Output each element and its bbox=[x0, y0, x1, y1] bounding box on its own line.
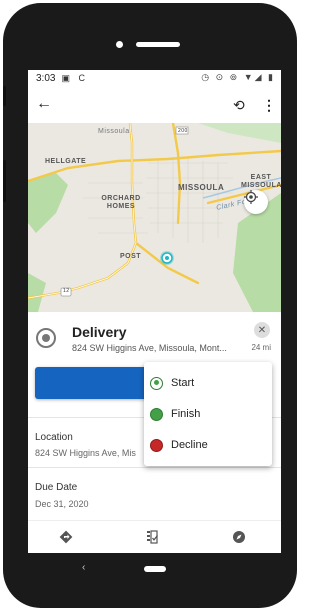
menu-item-label: Start bbox=[171, 377, 195, 389]
earpiece-speaker bbox=[136, 42, 180, 47]
finish-dot-icon bbox=[150, 407, 163, 421]
front-camera bbox=[116, 41, 123, 48]
side-button bbox=[3, 86, 6, 106]
map-view[interactable]: Missoula HELLGATE MISSOULA EAST MISSOULA… bbox=[28, 123, 281, 312]
side-button bbox=[3, 160, 6, 202]
bottom-nav bbox=[28, 520, 281, 553]
menu-item-start[interactable]: Start bbox=[150, 373, 194, 393]
map-label: EAST MISSOULA bbox=[241, 174, 281, 189]
route-shield-label: 200 bbox=[178, 128, 188, 134]
system-back-icon[interactable]: ‹ bbox=[82, 562, 85, 573]
my-location-button[interactable] bbox=[244, 190, 268, 214]
due-date-label: Due Date bbox=[35, 482, 78, 493]
menu-item-decline[interactable]: Decline bbox=[150, 435, 208, 455]
task-title: Delivery bbox=[72, 324, 127, 340]
directions-icon[interactable] bbox=[59, 530, 73, 547]
task-status-icon bbox=[36, 328, 56, 348]
screen: 3:03 ▣ C ◷ ⊙ ⊚ ▼◢ ▮ ← ⟲ ⋮ Missoula HELLG… bbox=[28, 70, 281, 553]
map-label: HELLGATE bbox=[45, 158, 87, 165]
map-label: POST bbox=[120, 253, 142, 260]
my-location-icon bbox=[244, 190, 258, 204]
app-bar: ← ⟲ ⋮ bbox=[28, 87, 281, 123]
more-vert-icon[interactable]: ⋮ bbox=[262, 96, 276, 114]
menu-item-label: Decline bbox=[171, 439, 208, 451]
map-label: MISSOULA bbox=[178, 183, 225, 192]
status-left-icons: ▣ C bbox=[61, 73, 88, 83]
menu-item-finish[interactable]: Finish bbox=[150, 404, 200, 424]
status-bar: 3:03 ▣ C ◷ ⊙ ⊚ ▼◢ ▮ bbox=[28, 70, 281, 87]
decline-dot-icon bbox=[150, 438, 163, 452]
system-nav-bar: ‹ bbox=[28, 553, 281, 583]
menu-item-label: Finish bbox=[171, 408, 201, 420]
action-menu: Start Finish Decline bbox=[144, 362, 272, 466]
task-address: 824 SW Higgins Ave, Missoula, Mont... bbox=[72, 343, 227, 353]
start-radio-icon bbox=[150, 376, 163, 390]
arrow-back-icon[interactable]: ← bbox=[36, 95, 52, 113]
location-value: 824 SW Higgins Ave, Mis bbox=[35, 448, 136, 458]
location-label: Location bbox=[35, 432, 73, 443]
due-date-value: Dec 31, 2020 bbox=[35, 499, 89, 509]
map-label: Missoula bbox=[98, 128, 130, 135]
checklist-icon[interactable] bbox=[146, 530, 160, 547]
divider bbox=[28, 467, 281, 468]
status-right-icons: ◷ ⊙ ⊚ ▼◢ ▮ bbox=[201, 72, 275, 82]
status-time: 3:03 bbox=[36, 73, 56, 84]
compass-icon[interactable] bbox=[232, 530, 246, 547]
map-graphics bbox=[28, 123, 281, 312]
task-distance: 24 mi bbox=[251, 343, 271, 352]
sync-icon[interactable]: ⟲ bbox=[233, 96, 245, 114]
close-icon[interactable]: ✕ bbox=[254, 322, 270, 338]
system-home-pill[interactable] bbox=[144, 566, 166, 572]
map-label: ORCHARD HOMES bbox=[101, 195, 141, 210]
route-shield-label: 12 bbox=[63, 288, 70, 294]
